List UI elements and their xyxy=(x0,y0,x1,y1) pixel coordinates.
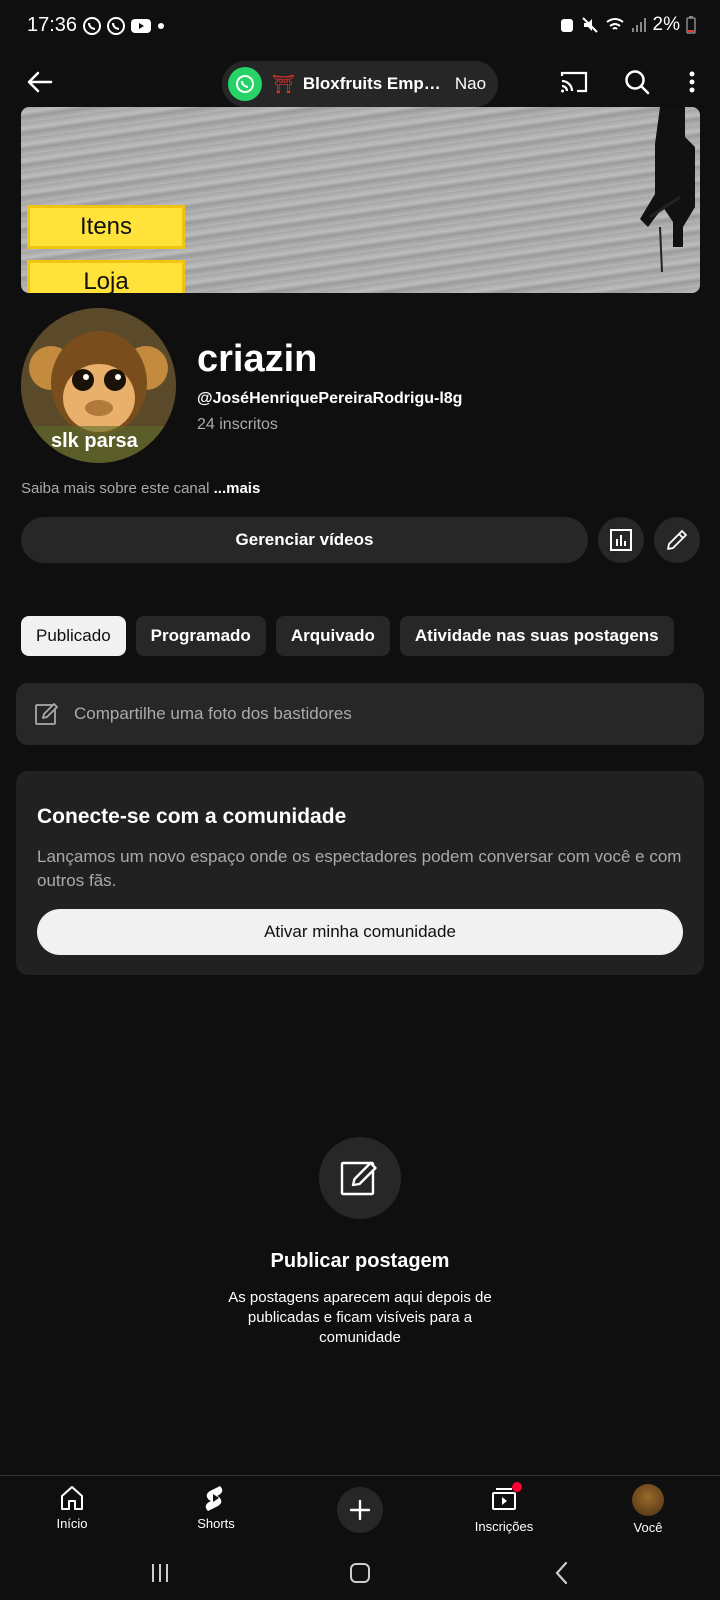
nav-subscriptions[interactable]: Inscrições xyxy=(454,1482,554,1534)
about-more-link[interactable]: ...mais xyxy=(214,480,261,497)
status-system-icons: 2% xyxy=(559,14,696,36)
channel-avatar[interactable]: slk parsa xyxy=(21,308,176,463)
profile-avatar xyxy=(632,1484,664,1516)
empty-state-title: Publicar postagem xyxy=(270,1250,450,1272)
cast-button[interactable] xyxy=(554,62,594,102)
whatsapp-notification-icon-2 xyxy=(107,17,125,35)
character-figure-image xyxy=(640,107,695,273)
arrow-left-icon xyxy=(27,71,53,93)
nav-you[interactable]: Você xyxy=(598,1484,698,1535)
community-card: Conecte-se com a comunidade Lançamos um … xyxy=(16,771,704,975)
tab-publicado[interactable]: Publicado xyxy=(21,616,126,656)
top-app-bar: ⛩ Bloxfruits Empir... Nao xyxy=(0,54,720,110)
whatsapp-chat-message: Nao xyxy=(454,74,487,93)
edit-square-icon-large xyxy=(340,1161,377,1196)
nav-shorts[interactable]: Shorts xyxy=(166,1484,266,1531)
channel-about-link[interactable]: Saiba mais sobre este canal ...mais xyxy=(21,480,260,497)
cast-icon xyxy=(560,71,588,93)
bottom-navigation: Início Shorts Inscrições Você xyxy=(0,1475,720,1545)
home-system-button[interactable] xyxy=(340,1555,380,1591)
dot-icon xyxy=(158,23,164,29)
more-vert-icon xyxy=(689,71,695,93)
share-placeholder: Compartilhe uma foto dos bastidores xyxy=(74,704,352,723)
banner-loja-label: Loja xyxy=(27,260,185,293)
back-system-button[interactable] xyxy=(542,1555,582,1591)
home-icon xyxy=(61,1486,83,1510)
whatsapp-notification-icon xyxy=(83,17,101,35)
mute-icon xyxy=(581,17,598,33)
status-time: 17:36 xyxy=(27,14,78,36)
status-notification-icons xyxy=(82,16,166,36)
notification-dot xyxy=(512,1482,522,1492)
nav-you-label: Você xyxy=(633,1520,663,1535)
tab-programado[interactable]: Programado xyxy=(135,616,266,656)
chevron-left-icon xyxy=(555,1561,568,1585)
manage-videos-button[interactable]: Gerenciar vídeos xyxy=(21,517,588,563)
recent-apps-button[interactable] xyxy=(140,1555,180,1591)
avatar-caption: slk parsa xyxy=(51,430,138,452)
analytics-button[interactable] xyxy=(598,517,644,563)
home-square-icon xyxy=(350,1563,370,1583)
community-title: Conecte-se com a comunidade xyxy=(37,805,347,828)
whatsapp-chat-title: Bloxfruits Empir... xyxy=(302,74,443,93)
nav-shorts-label: Shorts xyxy=(197,1516,235,1531)
community-description: Lançamos um novo espaço onde os espectad… xyxy=(37,847,682,890)
search-button[interactable] xyxy=(617,62,657,102)
whatsapp-icon xyxy=(228,67,262,101)
create-button[interactable] xyxy=(337,1487,383,1533)
plus-icon xyxy=(349,1499,371,1521)
wifi-icon xyxy=(605,18,624,30)
post-filter-tabs: Publicado Programado Arquivado Atividade… xyxy=(21,616,674,656)
pencil-icon xyxy=(667,530,687,550)
nav-home[interactable]: Início xyxy=(22,1484,122,1531)
status-bar: 17:36 2% xyxy=(0,0,720,54)
recent-apps-icon xyxy=(152,1564,168,1582)
banner-itens-label: Itens xyxy=(27,205,185,249)
create-post-button[interactable] xyxy=(319,1137,401,1219)
nav-subscriptions-label: Inscrições xyxy=(474,1519,534,1534)
edit-channel-button[interactable] xyxy=(654,517,700,563)
shorts-icon xyxy=(205,1486,223,1511)
tab-arquivado[interactable]: Arquivado xyxy=(275,616,390,656)
tab-atividade[interactable]: Atividade nas suas postagens xyxy=(399,616,674,656)
analytics-icon xyxy=(610,529,632,551)
nav-home-label: Início xyxy=(56,1516,88,1531)
empty-state-description: As postagens aparecem aqui depois de pub… xyxy=(228,1289,492,1346)
about-text: Saiba mais sobre este canal xyxy=(21,480,210,497)
youtube-notification-icon xyxy=(131,19,151,33)
system-navigation-bar xyxy=(0,1545,720,1600)
whatsapp-chat-bubble[interactable]: ⛩ Bloxfruits Empir... Nao xyxy=(222,61,498,107)
back-button[interactable] xyxy=(20,62,60,102)
signal-icon xyxy=(631,18,646,32)
channel-name: criazin xyxy=(197,338,318,380)
battery-percent: 2% xyxy=(652,14,680,35)
channel-handle: @JoséHenriquePereiraRodrigu-l8g xyxy=(197,390,463,407)
more-options-button[interactable] xyxy=(672,62,712,102)
channel-banner: Itens Loja xyxy=(21,107,700,293)
battery-icon xyxy=(686,16,696,34)
edit-square-icon xyxy=(35,703,58,725)
subscriber-count: 24 inscritos xyxy=(197,416,278,433)
torii-gate-icon: ⛩ xyxy=(272,73,295,94)
share-photo-input[interactable]: Compartilhe uma foto dos bastidores xyxy=(16,683,704,745)
activate-community-button[interactable]: Ativar minha comunidade xyxy=(37,909,683,955)
search-icon xyxy=(625,70,650,95)
alarm-icon xyxy=(560,19,573,32)
